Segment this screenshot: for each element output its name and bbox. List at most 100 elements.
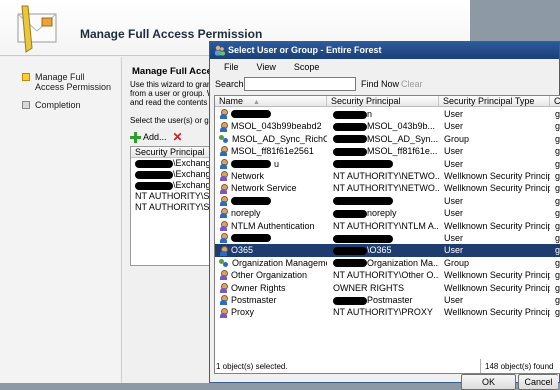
add-button[interactable]: Add... — [143, 132, 167, 142]
menu-file[interactable]: File — [224, 60, 239, 75]
table-row[interactable]: NTLM Authentication NT AUTHORITY\NTLM A..… — [215, 220, 560, 232]
cell-name: Network Service — [219, 182, 327, 194]
table-row[interactable]: MSOL_ff81f61e2561 MSOL_ff81f61e... User ge — [215, 145, 560, 157]
column-header-name[interactable]: Name ▲ — [215, 96, 327, 107]
search-input[interactable] — [244, 77, 356, 91]
redaction-mark — [333, 147, 367, 156]
menu-scope[interactable]: Scope — [294, 60, 320, 75]
table-row[interactable]: Owner Rights OWNER RIGHTS Wellknown Securi… — [215, 282, 560, 294]
cell-name — [219, 195, 327, 207]
find-now-button[interactable]: Find Now — [361, 79, 399, 89]
column-header-extra[interactable]: Co — [550, 96, 560, 107]
add-icon[interactable] — [130, 131, 141, 143]
cell-extra: ge — [555, 133, 560, 144]
users-icon — [215, 45, 225, 56]
cell-extra: ge — [555, 270, 560, 281]
list-item-text: NT AUTHORITY\SY — [135, 202, 214, 212]
cell-principal: MSOL_ff81f61e... — [333, 145, 439, 157]
cell-name: noreply — [219, 207, 327, 219]
cell-extra: ge — [555, 307, 560, 318]
row-name-text: Other Organization — [231, 270, 308, 281]
table-row[interactable]: Network Service NT AUTHORITY\NETWO... Well… — [215, 182, 560, 194]
cell-type: Wellknown Security Principal — [444, 220, 550, 231]
table-row[interactable]: Organization Management Organization Ma..… — [215, 257, 560, 269]
cell-principal: Postmaster — [333, 294, 439, 306]
dialog-titlebar[interactable]: Select User or Group - Entire Forest — [210, 42, 559, 59]
permission-list[interactable]: Security Principal \Exchange \Exchange \… — [130, 146, 214, 266]
cell-name: Proxy — [219, 306, 327, 318]
redaction-mark — [231, 110, 271, 119]
table-row[interactable]: Postmaster Postmaster User ge — [215, 294, 560, 306]
row-principal-text: NT AUTHORITY\NTLM A... — [333, 220, 439, 231]
menu-view[interactable]: View — [257, 60, 276, 75]
redaction-mark — [333, 234, 393, 243]
list-item-text: \Exchange — [173, 180, 214, 190]
mail-permission-icon — [17, 5, 57, 53]
row-principal-text: NT AUTHORITY\NETWO... — [333, 171, 439, 181]
redaction-mark — [333, 197, 393, 206]
table-row[interactable]: Proxy NT AUTHORITY\PROXY Wellknown Securit… — [215, 306, 560, 318]
row-principal-text: n — [367, 109, 373, 119]
nav-item-manage[interactable]: Manage Full Access Permission — [22, 72, 115, 92]
user-icon — [219, 109, 228, 120]
nav-item-completion[interactable]: Completion — [22, 100, 81, 110]
list-item[interactable]: NT AUTHORITY\SY — [131, 202, 214, 213]
cell-principal: MSOL_043b9b... — [333, 120, 439, 132]
cell-type: Group — [444, 257, 470, 268]
search-label: Search: — [215, 79, 247, 89]
row-name-text: Network — [231, 171, 265, 181]
cell-name: MSOL_AD_Sync_RichC... — [219, 133, 327, 145]
row-name-text: Postmaster — [231, 295, 277, 305]
cell-principal: MSOL_AD_Syn... — [333, 133, 439, 145]
table-row[interactable]: User ge — [215, 232, 560, 244]
list-item-text: \Exchange — [173, 169, 214, 179]
table-row[interactable]: O365 \O365 User ge — [215, 244, 560, 257]
table-row[interactable]: Network NT AUTHORITY\NETWO... Wellknown Se… — [215, 170, 560, 182]
table-row[interactable]: User ge — [215, 195, 560, 207]
redaction-mark — [333, 135, 367, 144]
cell-name — [219, 232, 327, 244]
table-row[interactable]: noreply noreply User ge — [215, 207, 560, 219]
wellknown-principal-icon — [219, 183, 228, 194]
user-icon — [219, 121, 228, 132]
cell-principal: OWNER RIGHTS — [333, 282, 439, 294]
row-name-text: O365 — [231, 245, 254, 256]
table-row[interactable]: MSOL_043b99beabd2 MSOL_043b9b... User ge — [215, 120, 560, 132]
user-icon — [219, 195, 228, 206]
list-item[interactable]: \Exchange — [131, 158, 214, 169]
cell-type: User — [444, 195, 464, 206]
cell-type: User — [444, 109, 464, 119]
column-header-type[interactable]: Security Principal Type — [439, 96, 550, 107]
cell-principal — [333, 158, 439, 170]
status-selected: 1 object(s) selected. — [216, 362, 288, 371]
column-header-security-principal[interactable]: Security Principal — [131, 147, 214, 158]
table-row[interactable]: Other Organization NT AUTHORITY\Other O..… — [215, 269, 560, 281]
list-item[interactable]: \Exchange — [131, 180, 214, 191]
cell-type: Wellknown Security Principal — [444, 171, 550, 181]
cell-type: User — [444, 245, 464, 256]
content-title: Manage Full Access — [132, 66, 214, 77]
table-row[interactable]: n User ge — [215, 108, 560, 120]
sort-ascending-icon: ▲ — [253, 99, 260, 106]
list-toolbar: Add... ✕ — [130, 130, 183, 144]
row-principal-text: MSOL_043b9b... — [367, 121, 436, 132]
clear-button[interactable]: Clear — [401, 79, 423, 89]
cancel-button[interactable]: Cancel — [518, 374, 558, 390]
table-row[interactable]: MSOL_AD_Sync_RichC... MSOL_AD_Syn... Group… — [215, 133, 560, 145]
row-name-text: MSOL_ff81f61e2561 — [231, 146, 314, 157]
cell-extra: ge — [555, 233, 560, 243]
cell-name — [219, 108, 327, 120]
column-header-principal[interactable]: Security Principal — [327, 96, 439, 107]
table-row[interactable]: u User ge — [215, 158, 560, 170]
list-item[interactable]: \Exchange — [131, 169, 214, 180]
ok-button[interactable]: OK — [461, 374, 516, 390]
cell-extra: ge — [555, 245, 560, 256]
list-item[interactable]: NT AUTHORITY\SE — [131, 191, 214, 202]
cell-principal: noreply — [333, 207, 439, 219]
remove-icon[interactable]: ✕ — [173, 130, 183, 144]
content-description: Use this wizard to grant from a user or … — [130, 80, 214, 107]
cell-principal: n — [333, 108, 439, 120]
results-grid[interactable]: Name ▲ Security Principal Security Princi… — [214, 95, 560, 374]
row-principal-text: Postmaster — [367, 295, 413, 305]
row-principal-text: Organization Ma... — [367, 257, 439, 268]
